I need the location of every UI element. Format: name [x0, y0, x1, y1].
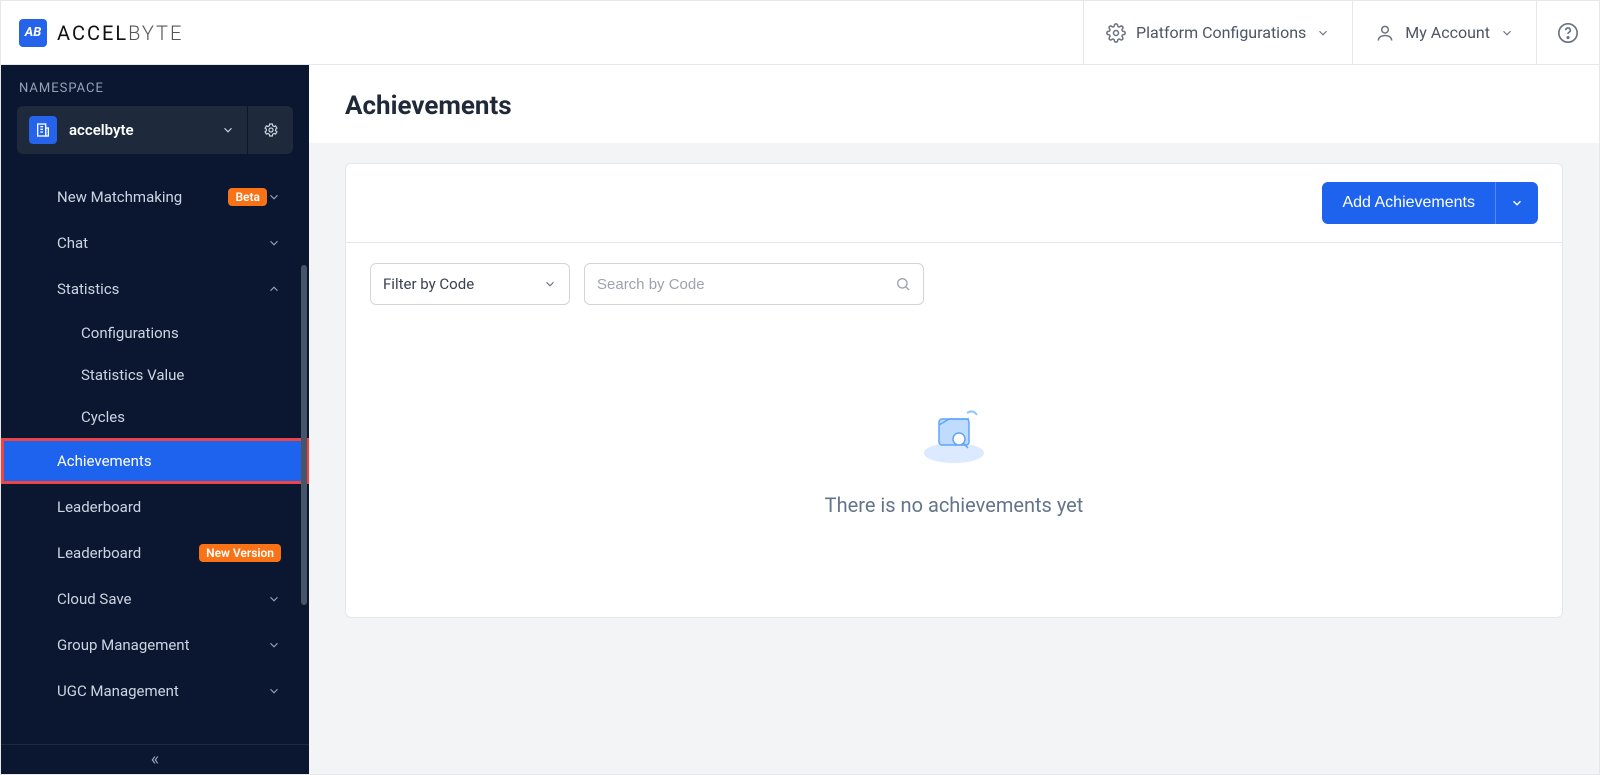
- sidebar-subitem-configurations[interactable]: Configurations: [1, 312, 309, 354]
- gear-icon: [263, 122, 279, 138]
- sidebar-subitem-statistics-value[interactable]: Statistics Value: [1, 354, 309, 396]
- chevron-down-icon: [543, 277, 557, 291]
- search-input[interactable]: [597, 276, 895, 293]
- namespace-selector[interactable]: accelbyte: [17, 106, 247, 154]
- brand[interactable]: AB ACCELBYTE: [1, 19, 183, 47]
- sidebar-item-label: Chat: [57, 234, 267, 252]
- add-achievements-button[interactable]: Add Achievements: [1322, 182, 1538, 224]
- add-button-label: Add Achievements: [1322, 182, 1495, 224]
- sidebar-item-achievements[interactable]: Achievements: [1, 438, 309, 484]
- sidebar-nav: New Matchmaking Beta Chat Statistics Configu…: [1, 168, 309, 720]
- chevron-down-icon: [221, 123, 235, 137]
- platform-configurations-menu[interactable]: Platform Configurations: [1083, 1, 1352, 64]
- brand-name-1: ACCEL: [57, 21, 128, 45]
- sidebar-item-cloud-save[interactable]: Cloud Save: [1, 576, 309, 622]
- brand-name: ACCELBYTE: [57, 21, 183, 45]
- chevron-up-icon: [267, 282, 281, 296]
- gear-icon: [1106, 23, 1126, 43]
- chevron-down-icon: [267, 236, 281, 250]
- chevron-down-icon: [1500, 26, 1514, 40]
- filter-label: Filter by Code: [383, 275, 474, 293]
- namespace-settings-button[interactable]: [247, 106, 293, 154]
- help-button[interactable]: [1536, 1, 1599, 64]
- chevron-down-icon: [267, 190, 281, 204]
- brand-logo-icon: AB: [19, 19, 47, 47]
- sidebar-item-new-matchmaking[interactable]: New Matchmaking Beta: [1, 174, 309, 220]
- chevron-double-left-icon: «: [151, 749, 159, 770]
- page-title: Achievements: [309, 65, 1599, 143]
- search-by-code-field[interactable]: [584, 263, 924, 305]
- chevron-down-icon: [1510, 196, 1524, 210]
- sidebar-item-chat[interactable]: Chat: [1, 220, 309, 266]
- sidebar-item-label: Leaderboard: [57, 498, 281, 516]
- sidebar-item-label: Cloud Save: [57, 590, 267, 608]
- chevron-down-icon: [267, 638, 281, 652]
- empty-folder-icon: [919, 405, 989, 465]
- building-icon: [29, 116, 57, 144]
- chevron-down-icon: [267, 592, 281, 606]
- chevron-down-icon: [1316, 26, 1330, 40]
- sidebar-item-label: Leaderboard: [57, 544, 191, 562]
- empty-state: There is no achievements yet: [346, 315, 1562, 617]
- sidebar: NAMESPACE accelbyte New Match: [1, 65, 309, 774]
- sidebar-item-leaderboard[interactable]: Leaderboard: [1, 484, 309, 530]
- badge: Beta: [228, 188, 267, 206]
- sidebar-item-label: Achievements: [57, 452, 281, 470]
- sidebar-item-leaderboard[interactable]: Leaderboard New Version: [1, 530, 309, 576]
- add-button-dropdown[interactable]: [1495, 182, 1538, 224]
- content-card: Add Achievements Filter by Code: [345, 163, 1563, 618]
- scrollbar-thumb[interactable]: [301, 265, 307, 605]
- namespace-name: accelbyte: [69, 121, 209, 139]
- help-icon: [1557, 22, 1579, 44]
- my-account-label: My Account: [1405, 23, 1490, 42]
- sidebar-item-group-management[interactable]: Group Management: [1, 622, 309, 668]
- sidebar-item-label: New Matchmaking: [57, 188, 220, 206]
- sidebar-item-ugc-management[interactable]: UGC Management: [1, 668, 309, 714]
- chevron-down-icon: [267, 684, 281, 698]
- collapse-sidebar-button[interactable]: «: [1, 744, 309, 774]
- user-icon: [1375, 23, 1395, 43]
- sidebar-item-label: Statistics: [57, 280, 267, 298]
- topbar-right: Platform Configurations My Account: [1083, 1, 1599, 64]
- top-bar: AB ACCELBYTE Platform Configurations My …: [1, 1, 1599, 65]
- filter-by-code-select[interactable]: Filter by Code: [370, 263, 570, 305]
- brand-name-2: BYTE: [128, 21, 183, 45]
- sidebar-item-statistics[interactable]: Statistics: [1, 266, 309, 312]
- empty-text: There is no achievements yet: [825, 493, 1084, 517]
- badge: New Version: [199, 544, 281, 562]
- search-icon: [895, 276, 911, 292]
- main-content: Achievements Add Achievements Filter by …: [309, 65, 1599, 774]
- sidebar-item-label: UGC Management: [57, 682, 267, 700]
- platform-configurations-label: Platform Configurations: [1136, 23, 1306, 42]
- namespace-heading: NAMESPACE: [1, 65, 309, 106]
- sidebar-subitem-cycles[interactable]: Cycles: [1, 396, 309, 438]
- my-account-menu[interactable]: My Account: [1352, 1, 1536, 64]
- sidebar-item-label: Group Management: [57, 636, 267, 654]
